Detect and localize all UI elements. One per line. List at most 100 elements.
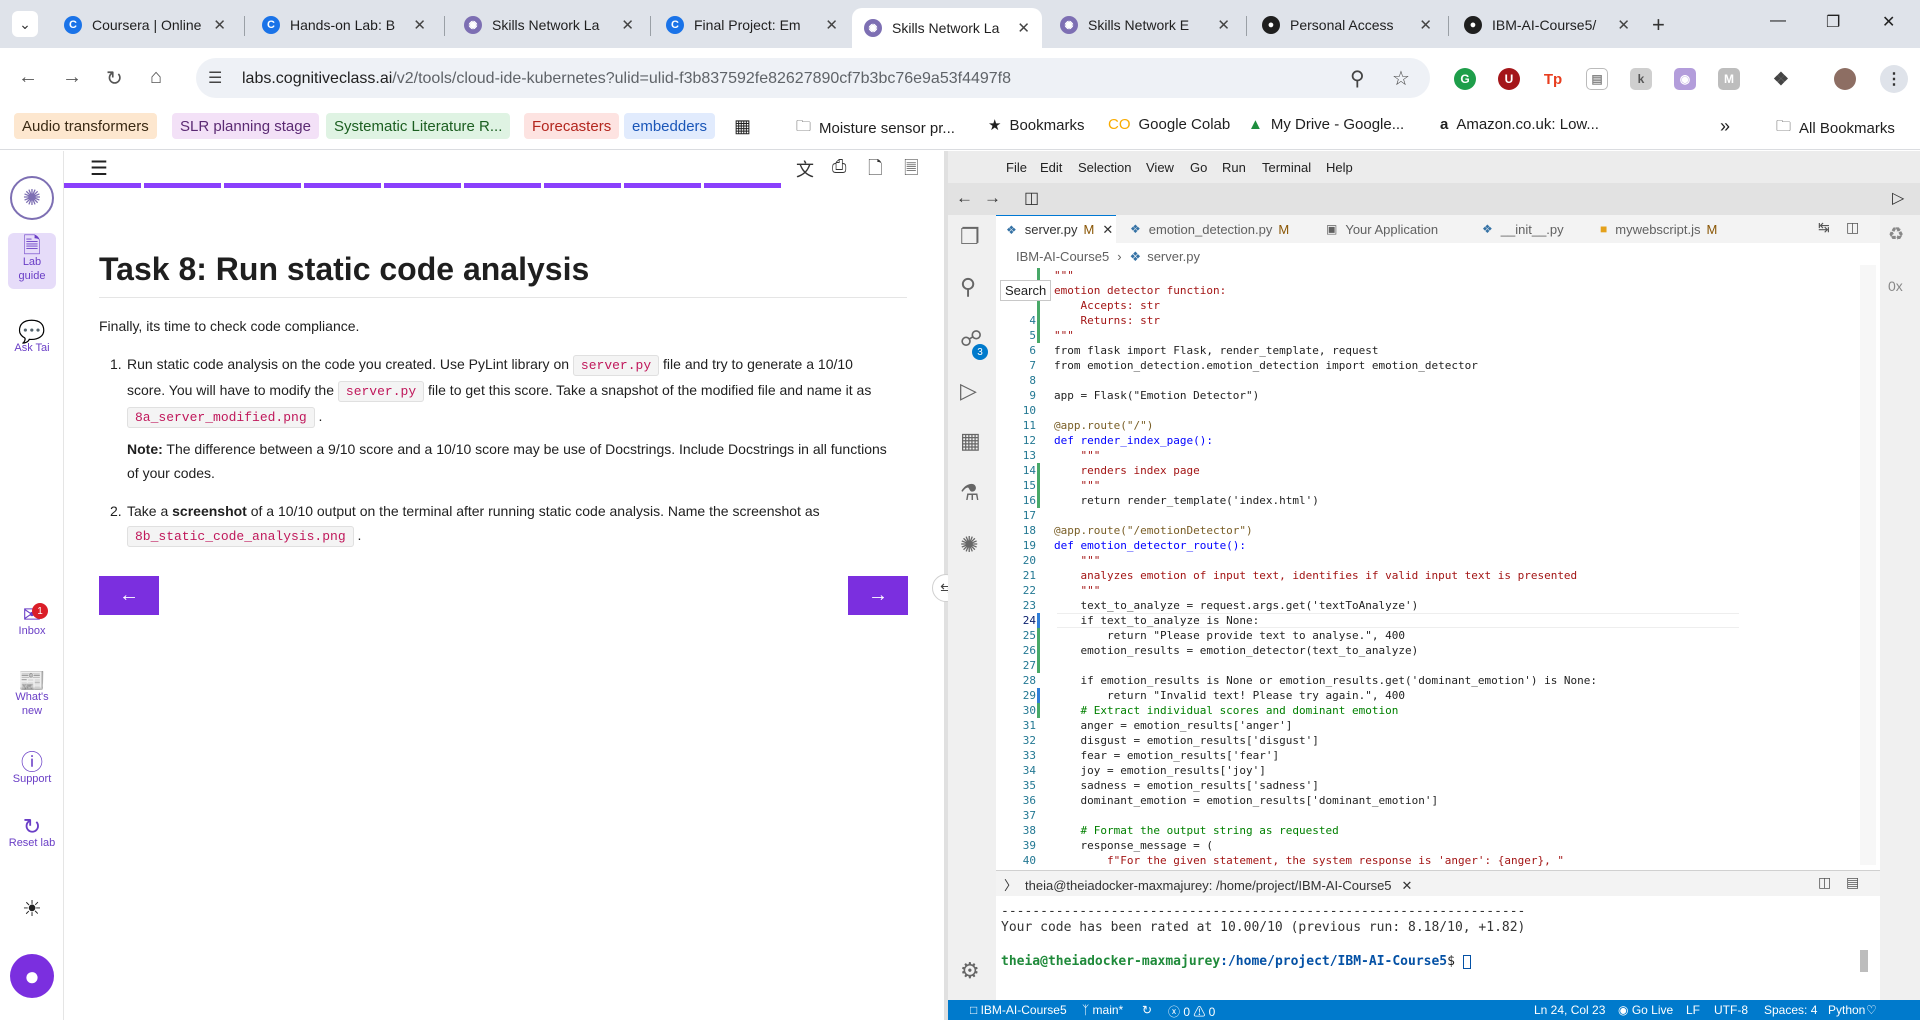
bookmark-folder[interactable]: 🗀 Moisture sensor pr... — [796, 116, 955, 141]
menu-selection[interactable]: Selection — [1078, 160, 1131, 175]
toggle-panel-icon[interactable]: ▷ — [1892, 188, 1904, 208]
all-bookmarks-folder[interactable]: 🗀 All Bookmarks — [1776, 116, 1895, 141]
browser-tab[interactable]: ✺ Skills Network La ✕ — [452, 8, 646, 42]
status-branch[interactable]: ᛉ main* — [1082, 1003, 1123, 1017]
close-icon[interactable]: ✕ — [1017, 19, 1030, 37]
notifications-bell-icon[interactable]: ♡ — [1866, 1003, 1877, 1017]
next-page-button[interactable]: → — [848, 576, 908, 615]
bookmark-folder[interactable]: ★ Bookmarks — [988, 116, 1084, 135]
bookmark-link[interactable]: ▲ My Drive - Google... — [1248, 116, 1404, 133]
split-terminal-icon[interactable]: ◫ — [1818, 874, 1831, 891]
theme-toggle-button[interactable]: ☀ — [8, 898, 56, 920]
browser-tab[interactable]: C Final Project: Em ✕ — [654, 8, 850, 42]
bookmark-link[interactable]: a Amazon.co.uk: Low... — [1440, 116, 1599, 133]
run-debug-icon[interactable]: ▷ — [960, 378, 977, 404]
close-icon[interactable]: ✕ — [1217, 16, 1230, 34]
menu-edit[interactable]: Edit — [1040, 160, 1062, 175]
browser-tab[interactable]: C Coursera | Online ✕ — [52, 8, 238, 42]
menu-run[interactable]: Run — [1222, 160, 1246, 175]
extension-robot-icon[interactable]: ◉ — [1674, 68, 1696, 90]
browser-tab[interactable]: ✺ Skills Network E ✕ — [1048, 8, 1242, 42]
grammarly-icon[interactable]: G — [1454, 68, 1476, 90]
explorer-icon[interactable]: ❐ — [960, 224, 980, 250]
arrow-left-icon[interactable]: ← — [956, 188, 973, 208]
testing-icon[interactable]: ⚗ — [960, 480, 980, 506]
close-window-button[interactable]: ✕ — [1882, 12, 1895, 32]
menu-icon[interactable]: ☰ — [90, 156, 108, 181]
extensions-icon[interactable]: ▦ — [960, 428, 981, 454]
breadcrumb-file[interactable]: server.py — [1147, 249, 1200, 264]
apps-grid-icon[interactable]: ▦ — [734, 116, 751, 137]
browser-menu-icon[interactable]: ⋮ — [1880, 65, 1908, 93]
open-changes-icon[interactable]: ↹ — [1818, 219, 1830, 236]
support-button[interactable]: ⓘ Support — [8, 752, 56, 786]
maximize-panel-icon[interactable]: ▤ — [1846, 874, 1859, 891]
extension-m-icon[interactable]: M — [1718, 68, 1740, 90]
back-button[interactable]: ← — [18, 66, 38, 89]
editor-tab-mywebscript-js[interactable]: ■ mywebscript.js M — [1590, 215, 1730, 243]
toggle-sidebar-icon[interactable]: ◫ — [1024, 188, 1039, 208]
home-button[interactable]: ⌂ — [150, 66, 162, 89]
skills-network-toolbox-icon[interactable]: ✺ — [960, 532, 978, 558]
add-page-icon[interactable]: 🗋 — [868, 156, 882, 186]
ai-assist-icon[interactable]: ♻ — [1888, 224, 1904, 245]
bookmark-tag[interactable]: embedders — [624, 113, 716, 139]
status-problems[interactable]: ⓧ 0 ⚠ 0 — [1168, 1003, 1215, 1020]
status-language[interactable]: Python — [1828, 1003, 1865, 1017]
browser-tab[interactable]: C Hands-on Lab: B ✕ — [250, 8, 438, 42]
restore-button[interactable]: ❐ — [1826, 12, 1840, 32]
editor-tab-emotion-detection[interactable]: ❖ emotion_detection.py M — [1120, 215, 1300, 243]
forward-button[interactable]: → — [62, 66, 82, 89]
extension-tp-icon[interactable]: Tp — [1542, 68, 1564, 90]
breadcrumb-folder[interactable]: IBM-AI-Course5 — [1016, 249, 1109, 264]
status-eol[interactable]: LF — [1686, 1003, 1700, 1017]
editor-tab-your-application[interactable]: ▣ Your Application — [1316, 215, 1466, 243]
tab-search-button[interactable]: ⌄ — [12, 11, 38, 37]
whats-new-button[interactable]: 📰 What's new — [8, 670, 56, 718]
bookmark-star-icon[interactable]: ☆ — [1392, 66, 1410, 91]
status-go-live[interactable]: ◉ Go Live — [1618, 1003, 1673, 1017]
terminal-scrollbar[interactable] — [1860, 950, 1868, 972]
user-avatar[interactable]: ● — [10, 954, 54, 998]
reset-lab-button[interactable]: ↻ Reset lab — [8, 816, 56, 850]
minimize-button[interactable]: — — [1770, 12, 1786, 30]
status-position[interactable]: Ln 24, Col 23 — [1534, 1003, 1605, 1017]
sync-icon[interactable]: ↻ — [1142, 1003, 1152, 1017]
remove-page-icon[interactable]: 🗏 — [904, 156, 918, 186]
extension-k-icon[interactable]: k — [1630, 68, 1652, 90]
close-icon[interactable]: ✕ — [621, 16, 634, 34]
more-bookmarks-icon[interactable]: » — [1720, 116, 1730, 137]
split-editor-icon[interactable]: ◫ — [1846, 219, 1859, 236]
bookmark-tag[interactable]: Systematic Literature R... — [326, 113, 511, 139]
print-icon[interactable]: ⎙ — [832, 156, 846, 177]
close-icon[interactable]: ✕ — [825, 16, 838, 34]
bookmark-tag[interactable]: SLR planning stage — [172, 113, 319, 139]
minimap[interactable] — [1740, 265, 1860, 865]
menu-go[interactable]: Go — [1190, 160, 1207, 175]
new-tab-button[interactable]: + — [1652, 12, 1665, 38]
close-icon[interactable]: ✕ — [213, 16, 226, 34]
document-extension-icon[interactable]: ▤ — [1586, 68, 1608, 90]
browser-tab-active[interactable]: ✺ Skills Network La ✕ — [852, 8, 1042, 48]
reload-button[interactable]: ↻ — [106, 66, 123, 91]
bookmark-tag[interactable]: Audio transformers — [14, 113, 157, 139]
close-icon[interactable]: ✕ — [1419, 16, 1432, 34]
bookmark-link[interactable]: CO Google Colab — [1108, 116, 1230, 133]
editor-tab-init-py[interactable]: ❖ __init__.py — [1472, 215, 1582, 243]
browser-tab[interactable]: ● Personal Access ✕ — [1250, 8, 1444, 42]
close-icon[interactable]: ✕ — [1617, 16, 1630, 34]
status-encoding[interactable]: UTF-8 — [1714, 1003, 1748, 1017]
close-icon[interactable]: ✕ — [413, 16, 426, 34]
search-icon[interactable]: ⚲ — [960, 274, 976, 300]
close-icon[interactable]: ✕ — [1102, 222, 1113, 238]
url-text[interactable]: labs.cognitiveclass.ai/v2/tools/cloud-id… — [242, 70, 1011, 88]
hex-view-icon[interactable]: 0x — [1888, 278, 1903, 294]
status-folder[interactable]: □ IBM-AI-Course5 — [970, 1003, 1067, 1017]
terminal-tab[interactable]: 〉 theia@theiadocker-maxmajurey: /home/pro… — [1004, 875, 1412, 894]
bookmark-tag[interactable]: Forecasters — [524, 113, 620, 139]
extensions-puzzle-icon[interactable]: ❖ — [1770, 68, 1792, 90]
translate-icon[interactable]: 文 — [796, 156, 814, 182]
close-icon[interactable]: ✕ — [1402, 878, 1413, 893]
site-info-icon[interactable]: ☰ — [208, 68, 222, 88]
menu-help[interactable]: Help — [1326, 160, 1353, 175]
